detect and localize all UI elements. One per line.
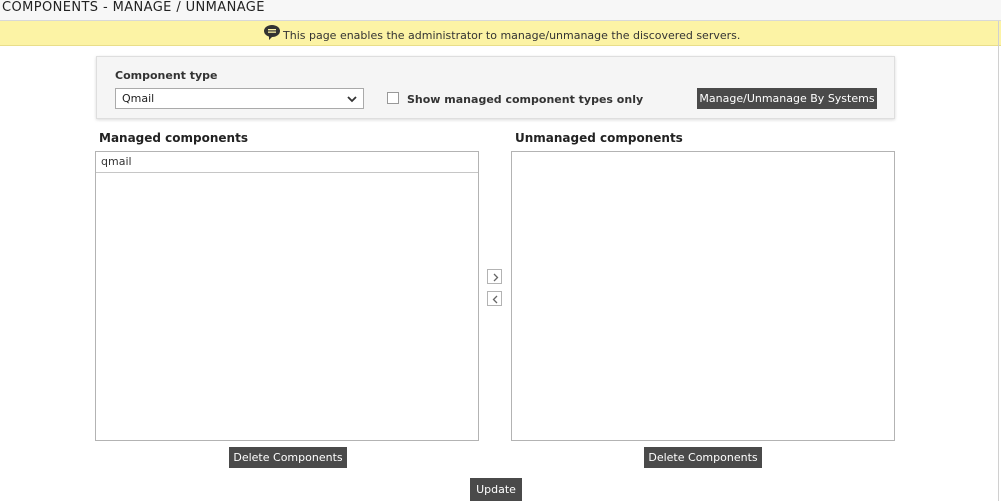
component-type-value: Qmail xyxy=(122,92,155,105)
unmanaged-heading: Unmanaged components xyxy=(515,131,683,145)
show-managed-label[interactable]: Show managed component types only xyxy=(407,93,643,106)
page-border xyxy=(998,21,999,501)
chevron-left-icon xyxy=(492,295,498,304)
move-right-button[interactable] xyxy=(487,269,502,284)
delete-unmanaged-button[interactable]: Delete Components xyxy=(644,447,762,468)
managed-list[interactable]: qmail xyxy=(95,151,479,441)
update-button[interactable]: Update xyxy=(470,478,522,501)
managed-heading: Managed components xyxy=(99,131,248,145)
info-banner: This page enables the administrator to m… xyxy=(0,21,1001,46)
info-message: This page enables the administrator to m… xyxy=(283,29,741,42)
delete-managed-button[interactable]: Delete Components xyxy=(229,447,347,468)
comment-info-icon xyxy=(264,25,280,40)
title-bar: COMPONENTS - MANAGE / UNMANAGE xyxy=(0,0,1001,21)
page-title: COMPONENTS - MANAGE / UNMANAGE xyxy=(2,0,265,15)
component-type-select[interactable]: Qmail xyxy=(115,88,364,109)
list-item[interactable]: qmail xyxy=(96,152,478,173)
component-type-label: Component type xyxy=(115,69,218,82)
unmanaged-list[interactable] xyxy=(511,151,895,441)
show-managed-checkbox[interactable] xyxy=(387,92,399,104)
manage-by-systems-button[interactable]: Manage/Unmanage By Systems xyxy=(697,88,877,109)
chevron-down-icon xyxy=(347,96,357,103)
move-left-button[interactable] xyxy=(487,291,502,306)
filter-panel: Component type Qmail Show managed compon… xyxy=(96,56,895,119)
chevron-right-icon xyxy=(493,273,499,282)
